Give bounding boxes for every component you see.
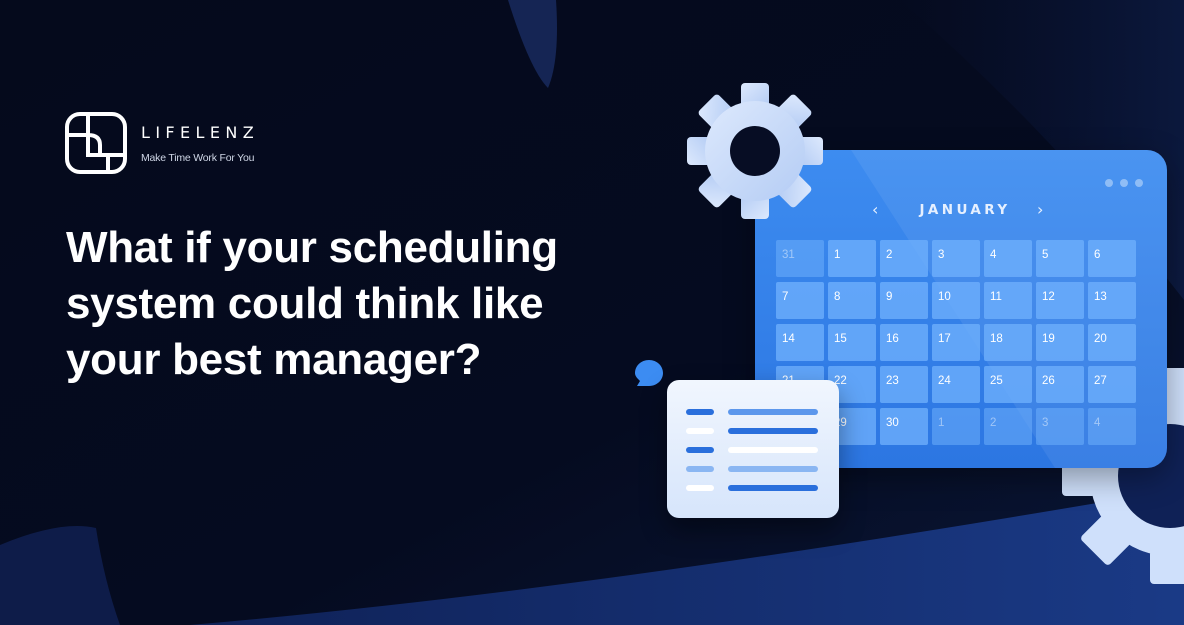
calendar-day[interactable]: 25	[984, 366, 1032, 403]
calendar-day[interactable]: 12	[1036, 282, 1084, 319]
calendar-day-number: 4	[990, 249, 997, 261]
calendar-day-number: 6	[1094, 249, 1101, 261]
calendar-day-number: 4	[1094, 417, 1101, 429]
calendar-day[interactable]: 26	[1036, 366, 1084, 403]
calendar-day-number: 15	[834, 333, 847, 345]
list-item	[686, 466, 821, 472]
calendar-day[interactable]: 1	[828, 240, 876, 277]
list-item	[686, 447, 821, 453]
calendar-day[interactable]: 11	[984, 282, 1032, 319]
calendar-day[interactable]: 2	[984, 408, 1032, 445]
headline-line: your best manager?	[66, 335, 482, 384]
calendar-day-number: 26	[1042, 375, 1055, 387]
calendar-day[interactable]: 27	[1088, 366, 1136, 403]
calendar-day[interactable]: 19	[1036, 324, 1084, 361]
calendar-day[interactable]: 30	[880, 408, 928, 445]
calendar-day-number: 27	[1094, 375, 1107, 387]
calendar-day[interactable]: 17	[932, 324, 980, 361]
calendar-day[interactable]: 10	[932, 282, 980, 319]
task-list-card	[667, 380, 839, 518]
calendar-day[interactable]: 3	[932, 240, 980, 277]
calendar-day-number: 11	[990, 291, 1002, 303]
brand-tagline: Make Time Work For You	[141, 152, 255, 164]
calendar-day[interactable]: 24	[932, 366, 980, 403]
calendar-day[interactable]: 31	[776, 240, 824, 277]
calendar-day-number: 3	[938, 249, 945, 261]
calendar-day[interactable]: 9	[880, 282, 928, 319]
brand-name: LIFELENZ	[141, 123, 260, 142]
calendar-day[interactable]: 6	[1088, 240, 1136, 277]
calendar-day[interactable]: 2	[880, 240, 928, 277]
calendar-day[interactable]: 3	[1036, 408, 1084, 445]
calendar-day[interactable]: 18	[984, 324, 1032, 361]
list-item	[686, 428, 821, 434]
chevron-left-icon[interactable]: ‹	[872, 200, 878, 220]
list-item-marker	[686, 485, 714, 491]
calendar-day[interactable]: 14	[776, 324, 824, 361]
calendar-day-number: 18	[990, 333, 1003, 345]
calendar-day[interactable]: 23	[880, 366, 928, 403]
list-item-marker	[686, 466, 714, 472]
headline: What if your scheduling system could thi…	[66, 220, 676, 388]
calendar-day-number: 8	[834, 291, 841, 303]
calendar-day-number: 3	[1042, 417, 1049, 429]
calendar-day[interactable]: 5	[1036, 240, 1084, 277]
calendar-day-number: 12	[1042, 291, 1055, 303]
calendar-day[interactable]: 7	[776, 282, 824, 319]
calendar-day-number: 1	[834, 249, 841, 261]
lifelenz-logo-icon	[65, 112, 127, 174]
calendar-month: JANUARY	[919, 202, 1011, 218]
list-item-bar	[728, 485, 818, 491]
window-dot	[1120, 179, 1128, 187]
list-item-bar	[728, 466, 818, 472]
calendar-day-number: 13	[1094, 291, 1107, 303]
headline-line: What if your scheduling	[66, 223, 558, 272]
calendar-day[interactable]: 1	[932, 408, 980, 445]
list-item-bar	[728, 409, 818, 415]
window-dot	[1135, 179, 1143, 187]
calendar-day[interactable]: 8	[828, 282, 876, 319]
speech-bubble-icon	[635, 360, 663, 386]
calendar-day-number: 14	[782, 333, 795, 345]
calendar-day-number: 24	[938, 375, 951, 387]
calendar-day[interactable]: 13	[1088, 282, 1136, 319]
calendar-day-number: 31	[782, 249, 795, 261]
promo-banner: LIFELENZ Make Time Work For You What if …	[0, 0, 1184, 625]
calendar-day-number: 2	[990, 417, 997, 429]
list-item-marker	[686, 447, 714, 453]
list-item-bar	[728, 428, 818, 434]
calendar-day-number: 16	[886, 333, 899, 345]
list-item-bar	[728, 447, 818, 453]
list-item-marker	[686, 409, 714, 415]
calendar-day-number: 25	[990, 375, 1003, 387]
gear-icon	[687, 83, 823, 219]
calendar-day-number: 20	[1094, 333, 1107, 345]
calendar-day[interactable]: 20	[1088, 324, 1136, 361]
calendar-day-number: 19	[1042, 333, 1055, 345]
window-dots	[1105, 179, 1143, 187]
calendar-day-number: 9	[886, 291, 893, 303]
list-item-marker	[686, 428, 714, 434]
calendar-day[interactable]: 4	[984, 240, 1032, 277]
calendar-day-number: 2	[886, 249, 893, 261]
headline-line: system could think like	[66, 279, 544, 328]
calendar-day[interactable]: 4	[1088, 408, 1136, 445]
calendar-day-number: 10	[938, 291, 951, 303]
calendar-day[interactable]: 16	[880, 324, 928, 361]
calendar-day-number: 5	[1042, 249, 1049, 261]
list-item	[686, 485, 821, 491]
calendar-day-number: 7	[782, 291, 789, 303]
chevron-right-icon[interactable]: ›	[1037, 200, 1043, 220]
calendar-day-number: 23	[886, 375, 899, 387]
calendar-day-number: 30	[886, 417, 899, 429]
window-dot	[1105, 179, 1113, 187]
calendar-day[interactable]: 15	[828, 324, 876, 361]
calendar-day-number: 1	[938, 417, 945, 429]
list-item	[686, 409, 821, 415]
calendar-day-number: 17	[938, 333, 951, 345]
